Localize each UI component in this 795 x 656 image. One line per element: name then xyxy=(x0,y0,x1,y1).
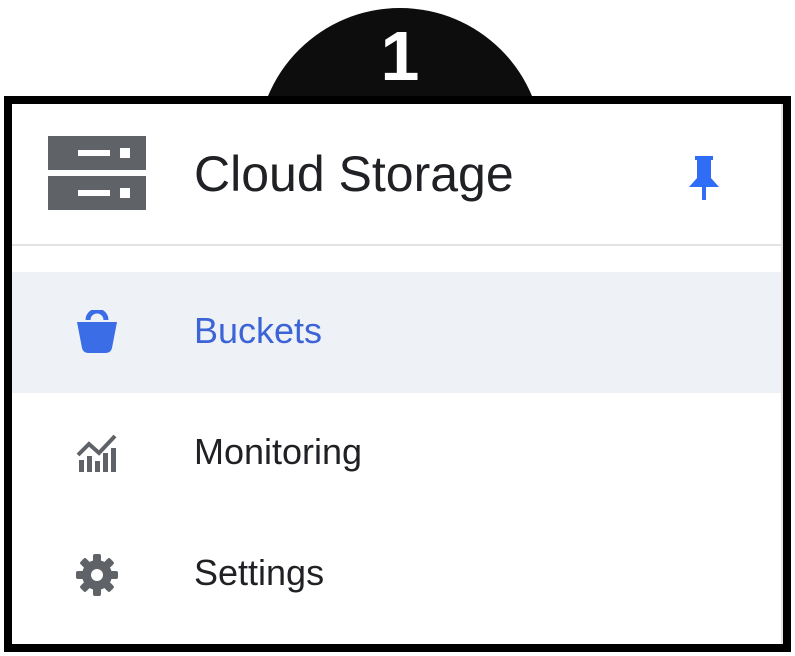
gear-icon xyxy=(76,554,118,596)
nav-item-monitoring[interactable]: Monitoring xyxy=(12,393,781,514)
nav-label-settings: Settings xyxy=(194,552,325,593)
storage-icon xyxy=(48,136,146,210)
product-title: Cloud Storage xyxy=(194,146,514,202)
cloud-storage-panel: Cloud Storage Buckets Monitoring Setting… xyxy=(4,96,791,652)
monitoring-icon xyxy=(76,434,117,472)
panel-header: Cloud Storage xyxy=(12,104,781,246)
pin-icon[interactable] xyxy=(684,154,724,202)
nav-list: Buckets Monitoring Settings xyxy=(12,272,781,635)
nav-label-monitoring: Monitoring xyxy=(194,431,363,472)
nav-label-buckets: Buckets xyxy=(194,310,323,351)
bucket-icon xyxy=(77,310,117,354)
nav-item-buckets[interactable]: Buckets xyxy=(12,272,781,393)
step-number: 1 xyxy=(380,17,420,95)
nav-item-settings[interactable]: Settings xyxy=(12,514,781,635)
panel-divider xyxy=(781,104,783,644)
